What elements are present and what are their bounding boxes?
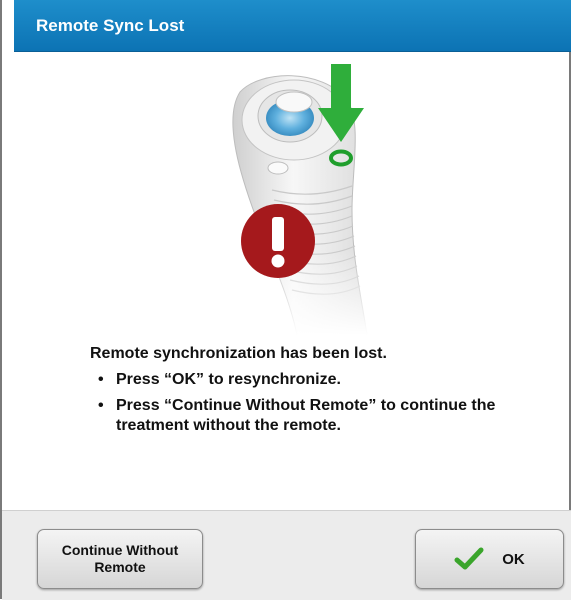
instruction-list: • Press “OK” to resynchronize. • Press “… — [90, 370, 530, 436]
list-item: • Press “OK” to resynchronize. — [90, 370, 530, 390]
message-headline: Remote synchronization has been lost. — [90, 345, 387, 362]
dialog-title-bar: Remote Sync Lost — [14, 0, 571, 52]
list-item: • Press “Continue Without Remote” to con… — [90, 396, 530, 436]
down-arrow-icon — [318, 64, 364, 146]
checkmark-icon — [454, 547, 484, 571]
continue-without-remote-button[interactable]: Continue Without Remote — [37, 529, 203, 589]
dialog-title: Remote Sync Lost — [36, 16, 185, 35]
bullet-icon: • — [98, 371, 104, 388]
bullet-icon: • — [98, 397, 104, 414]
sync-lost-message: Remote synchronization has been lost. • … — [90, 344, 530, 442]
exclamation-alert-icon — [240, 203, 316, 279]
instruction-continue: Press “Continue Without Remote” to conti… — [116, 397, 496, 434]
instruction-ok: Press “OK” to resynchronize. — [116, 371, 341, 388]
ok-button-label: OK — [502, 550, 525, 568]
remote-sync-lost-dialog: Remote Sync Lost Remote synchronization … — [0, 0, 571, 600]
continue-button-label: Continue Without Remote — [61, 542, 179, 575]
remote-handpiece-illustration — [202, 60, 402, 336]
ok-button[interactable]: OK — [415, 529, 564, 589]
sync-indicator-ring-icon — [327, 148, 355, 168]
